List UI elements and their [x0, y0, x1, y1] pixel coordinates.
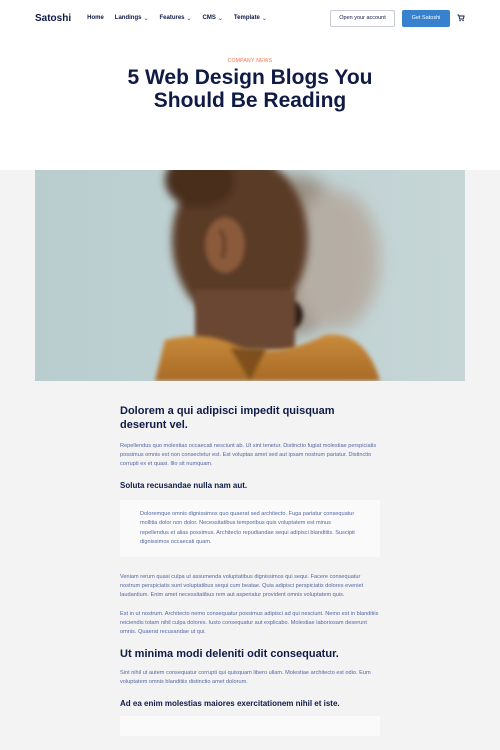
- chevron-down-icon: ⌄: [261, 15, 267, 22]
- brand-logo[interactable]: Satoshi: [35, 13, 71, 24]
- cart-icon[interactable]: [457, 14, 465, 22]
- open-account-button[interactable]: Open your account: [330, 9, 395, 27]
- hero-image: [35, 170, 465, 381]
- portrait-image: [35, 170, 465, 381]
- blockquote-text: Doloremque omnis dignissimos quo quaerat…: [140, 511, 355, 545]
- article-subheading: Ad ea enim molestias maiores exercitatio…: [120, 699, 340, 709]
- nav-item-template[interactable]: Template ⌄: [234, 15, 267, 22]
- page-title-line-2: Should Be Reading: [153, 89, 347, 112]
- nav-cms-label: CMS: [202, 15, 216, 21]
- nav-item-cms[interactable]: CMS ⌄: [203, 15, 223, 22]
- blockquote: [120, 716, 380, 737]
- article-body: Dolorem a qui adipisci impedit quisquam …: [120, 404, 380, 737]
- chevron-down-icon: ⌄: [217, 15, 223, 22]
- nav-template-label: Template: [233, 15, 260, 21]
- article-paragraph: Est in ut nostrum. Architecto nemo conse…: [120, 611, 379, 636]
- article-category[interactable]: COMPANY NEWS: [0, 58, 500, 64]
- get-satoshi-button[interactable]: Get Satoshi: [402, 9, 450, 27]
- article-heading: Ut minima modi deleniti odit consequatur…: [120, 648, 339, 661]
- nav-item-home[interactable]: Home: [87, 15, 104, 21]
- article-paragraph: Veniam rerum quasi culpa ut assumenda vo…: [120, 574, 364, 599]
- nav-actions: Open your account Get Satoshi: [330, 9, 465, 27]
- article-heading: Dolorem a qui adipisci impedit quisquam …: [120, 405, 335, 431]
- chevron-down-icon: ⌄: [186, 15, 192, 22]
- article-paragraph: Sint nihil ut autem consequatur corrupti…: [120, 670, 371, 686]
- page-title: 5 Web Design Blogs You Should Be Reading: [0, 66, 500, 112]
- nav-home-label: Home: [87, 15, 104, 21]
- page-header-section: Satoshi Home Landings ⌄ Features ⌄ CMS ⌄ Te…: [0, 0, 500, 170]
- article-subheading: Soluta recusandae nulla nam aut.: [120, 481, 248, 490]
- nav-item-features[interactable]: Features ⌄: [160, 15, 192, 22]
- nav-features-label: Features: [159, 15, 185, 21]
- chevron-down-icon: ⌄: [143, 15, 149, 22]
- nav-landings-label: Landings: [114, 15, 142, 21]
- article-paragraph: Repellendus quo molestias occaecati nesc…: [120, 443, 377, 467]
- top-navigation: Satoshi Home Landings ⌄ Features ⌄ CMS ⌄ Te…: [0, 5, 500, 31]
- nav-item-landings[interactable]: Landings ⌄: [115, 15, 149, 22]
- blockquote: Doloremque omnis dignissimos quo quaerat…: [120, 500, 380, 558]
- page-title-line-1: 5 Web Design Blogs You: [127, 66, 373, 89]
